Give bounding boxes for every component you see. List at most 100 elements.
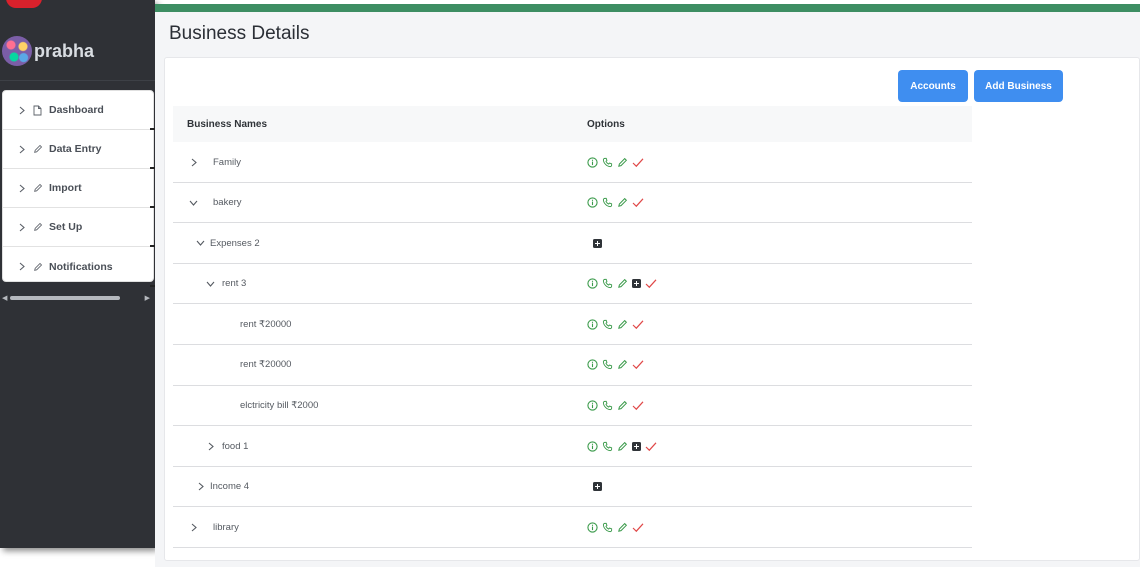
sidebar-item-set-up[interactable]: Set Up — [3, 208, 156, 247]
add-icon[interactable] — [593, 482, 602, 492]
business-name: rent 3 — [222, 278, 247, 290]
sidebar-divider — [0, 80, 155, 81]
phone-icon[interactable] — [602, 400, 613, 411]
add-icon[interactable] — [593, 238, 602, 248]
table-row[interactable]: elctricity bill ₹2000 — [173, 386, 972, 427]
info-icon[interactable] — [587, 441, 598, 452]
chevron-right-icon[interactable] — [200, 442, 222, 451]
info-icon[interactable] — [587, 197, 598, 208]
info-icon[interactable] — [587, 278, 598, 289]
table-row[interactable]: rent ₹20000 — [173, 345, 972, 386]
sidebar-item-label: Import — [49, 182, 82, 194]
chevron-down-icon[interactable] — [183, 200, 213, 206]
check-icon[interactable] — [632, 319, 644, 330]
check-icon[interactable] — [632, 197, 644, 208]
business-name: Family — [213, 156, 241, 168]
info-icon[interactable] — [587, 156, 598, 168]
sidebar-item-notifications[interactable]: Notifications — [3, 247, 156, 287]
add-business-button[interactable]: Add Business — [974, 70, 1063, 102]
sidebar-item-data-entry[interactable]: Data Entry — [3, 130, 156, 169]
brand-logo[interactable] — [0, 0, 140, 12]
check-icon[interactable] — [632, 522, 644, 533]
options-cell — [593, 467, 602, 507]
add-icon[interactable] — [632, 441, 641, 451]
edit-icon[interactable] — [617, 522, 628, 533]
edit-icon[interactable] — [617, 278, 628, 289]
business-card: Accounts Add Business Business Names Opt… — [164, 57, 1140, 561]
edit-icon[interactable] — [617, 400, 628, 411]
edit-icon[interactable] — [617, 197, 628, 208]
chevron-right-icon — [19, 223, 29, 232]
phone-icon[interactable] — [602, 319, 613, 330]
phone-icon[interactable] — [602, 522, 613, 533]
pencil-icon — [33, 262, 49, 272]
business-name-cell: Expenses 2 — [190, 223, 260, 263]
business-name: library — [213, 521, 239, 533]
chevron-right-icon[interactable] — [183, 158, 213, 167]
check-icon[interactable] — [632, 157, 644, 168]
scroll-left-arrow-icon[interactable]: ◀ — [2, 294, 7, 302]
sidebar-scrollbar[interactable]: ◀ ▶ — [2, 293, 152, 303]
options-cell — [587, 345, 644, 385]
user-profile[interactable]: prabha — [2, 36, 94, 66]
chevron-right-icon[interactable] — [190, 482, 210, 491]
check-icon[interactable] — [645, 441, 657, 452]
sidebar-item-label: Dashboard — [49, 104, 104, 116]
check-icon[interactable] — [645, 278, 657, 289]
sidebar-item-label: Set Up — [49, 221, 83, 233]
add-icon[interactable] — [632, 279, 641, 289]
edit-icon[interactable] — [617, 319, 628, 330]
top-accent-bar — [155, 4, 1140, 12]
scroll-right-arrow-icon[interactable]: ▶ — [145, 294, 150, 302]
edit-icon[interactable] — [617, 359, 628, 370]
business-name-cell: rent ₹20000 — [240, 304, 291, 344]
phone-icon[interactable] — [602, 359, 613, 370]
info-icon[interactable] — [587, 400, 598, 411]
business-name: Expenses 2 — [210, 237, 260, 249]
edit-icon[interactable] — [617, 157, 628, 168]
options-cell — [587, 426, 657, 466]
user-name: prabha — [34, 40, 95, 61]
info-icon[interactable] — [587, 359, 598, 371]
options-cell — [587, 386, 644, 426]
chevron-down-icon[interactable] — [190, 240, 210, 247]
table-row[interactable]: bakery — [173, 183, 972, 224]
check-icon[interactable] — [632, 359, 644, 370]
options-cell — [587, 183, 644, 223]
table-body: Family bakery Expenses 2 rent 3 rent ₹20000 r… — [173, 142, 972, 548]
business-name-cell: Income 4 — [190, 467, 249, 507]
table-row[interactable]: Family — [173, 142, 972, 183]
table-header: Business Names Options — [173, 106, 972, 142]
chevron-down-icon[interactable] — [200, 281, 222, 287]
options-cell — [587, 142, 644, 182]
sidebar-item-import[interactable]: Import — [3, 169, 156, 208]
business-name: elctricity bill ₹2000 — [240, 400, 319, 412]
header-business-names: Business Names — [187, 118, 268, 130]
phone-icon[interactable] — [602, 441, 613, 452]
accounts-button[interactable]: Accounts — [898, 70, 968, 102]
table-row[interactable]: rent ₹20000 — [173, 304, 972, 345]
page-title: Business Details — [169, 23, 310, 44]
table-row[interactable]: food 1 — [173, 426, 972, 467]
phone-icon[interactable] — [602, 197, 613, 208]
chevron-right-icon — [19, 262, 29, 271]
check-icon[interactable] — [632, 400, 644, 411]
info-icon[interactable] — [587, 522, 598, 533]
info-icon[interactable] — [587, 319, 598, 330]
edit-icon[interactable] — [617, 441, 628, 452]
business-name: Income 4 — [210, 481, 250, 493]
business-name-cell: rent ₹20000 — [240, 345, 291, 385]
business-name-cell: Family — [183, 142, 241, 182]
table-row[interactable]: rent 3 — [173, 264, 972, 305]
table-row[interactable]: Expenses 2 — [173, 223, 972, 264]
chevron-right-icon[interactable] — [183, 523, 213, 532]
phone-icon[interactable] — [602, 157, 613, 168]
business-name: rent ₹20000 — [240, 318, 292, 330]
phone-icon[interactable] — [602, 278, 613, 289]
options-cell — [587, 304, 644, 344]
sidebar-item-dashboard[interactable]: Dashboard — [3, 91, 156, 130]
pencil-icon — [33, 144, 49, 154]
scroll-thumb[interactable] — [10, 296, 120, 300]
table-row[interactable]: library — [173, 507, 972, 548]
table-row[interactable]: Income 4 — [173, 467, 972, 508]
